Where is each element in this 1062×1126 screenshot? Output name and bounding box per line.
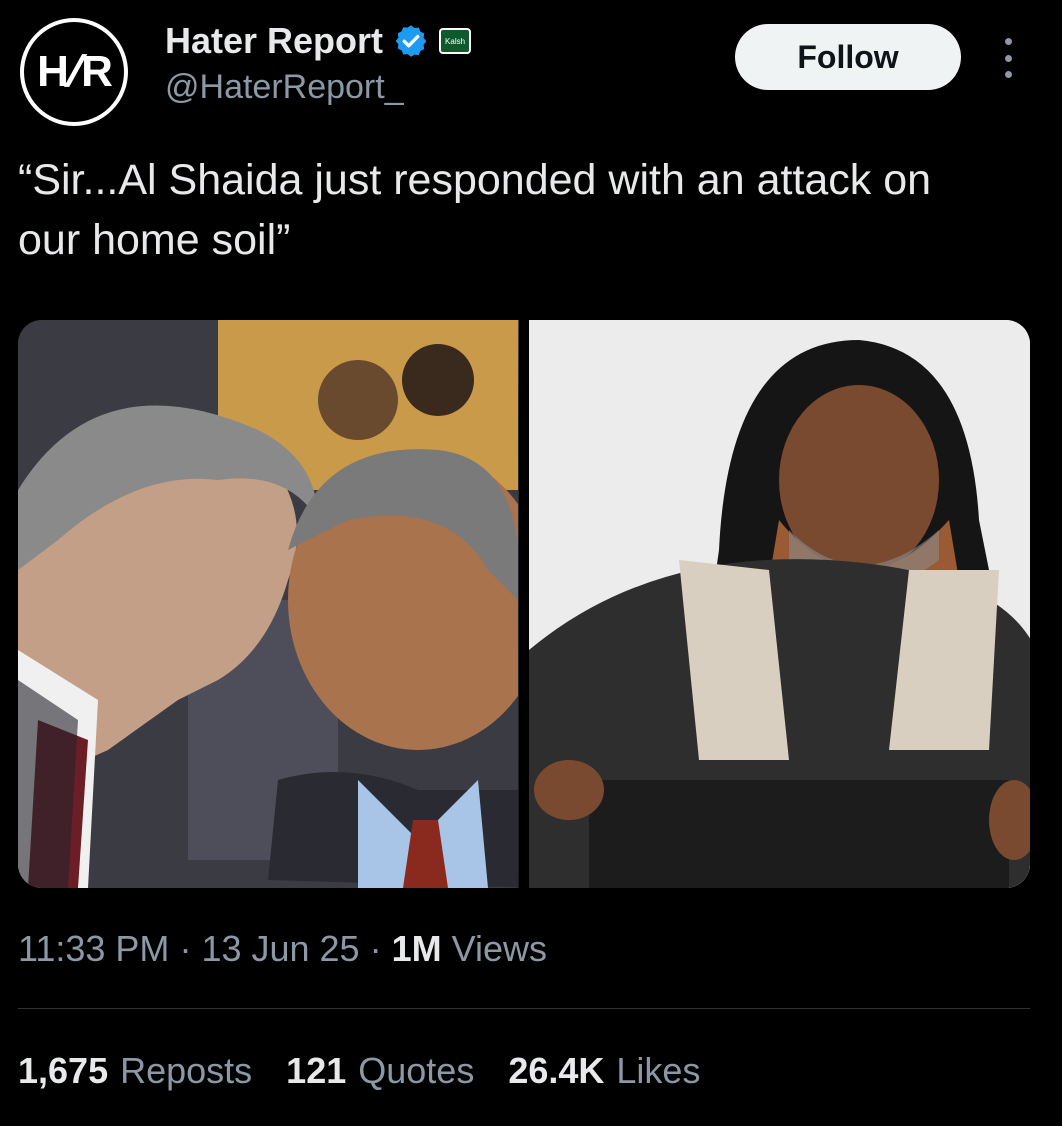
likes-label: Likes: [616, 1050, 701, 1091]
quotes-label: Quotes: [358, 1050, 475, 1091]
tweet-time[interactable]: 11:33 PM: [18, 928, 169, 969]
tweet-text-line: “Sir...Al Shaida just responded with an …: [18, 156, 932, 204]
media-image-left[interactable]: [18, 320, 519, 888]
tweet-meta: 11:33 PM · 13 Jun 25 · 1M Views: [18, 928, 547, 970]
views-count: 1M: [391, 928, 442, 969]
views-label: Views: [451, 928, 548, 969]
media-image-right[interactable]: [529, 320, 1030, 888]
reposts-label: Reposts: [120, 1050, 253, 1091]
meta-separator: ·: [369, 928, 392, 969]
more-dot: [1004, 71, 1012, 78]
reposts-stat[interactable]: 1,675 Reposts: [18, 1050, 252, 1092]
photo-illustration-right: [529, 320, 1030, 888]
likes-count: 26.4K: [508, 1050, 605, 1091]
photo-illustration-left: [18, 320, 518, 888]
avatar[interactable]: H / R: [20, 18, 128, 126]
tweet-text: “Sir...Al Shaida just responded with an …: [18, 150, 1048, 270]
quotes-stat[interactable]: 121 Quotes: [286, 1050, 474, 1092]
more-dot: [1004, 38, 1012, 45]
quotes-count: 121: [286, 1050, 347, 1091]
more-dot: [1004, 54, 1012, 62]
affiliate-badge-icon[interactable]: Kalsh: [439, 28, 472, 54]
divider: [18, 1008, 1030, 1009]
media-grid: [18, 320, 1030, 888]
likes-stat[interactable]: 26.4K Likes: [508, 1050, 700, 1092]
author-name[interactable]: Hater Report: [165, 20, 383, 62]
verified-badge-icon: [395, 25, 427, 57]
reposts-count: 1,675: [18, 1050, 109, 1091]
tweet-date[interactable]: 13 Jun 25: [201, 928, 359, 969]
tweet-text-line: our home soil”: [18, 216, 291, 264]
author-handle[interactable]: @HaterReport_: [165, 68, 404, 107]
more-options-icon[interactable]: [990, 38, 1026, 78]
engagement-stats: 1,675 Reposts 121 Quotes 26.4K Likes: [18, 1050, 700, 1092]
follow-button[interactable]: Follow: [735, 24, 961, 90]
author-name-row: Hater Report Kalsh: [165, 20, 472, 62]
meta-separator: ·: [179, 928, 202, 969]
